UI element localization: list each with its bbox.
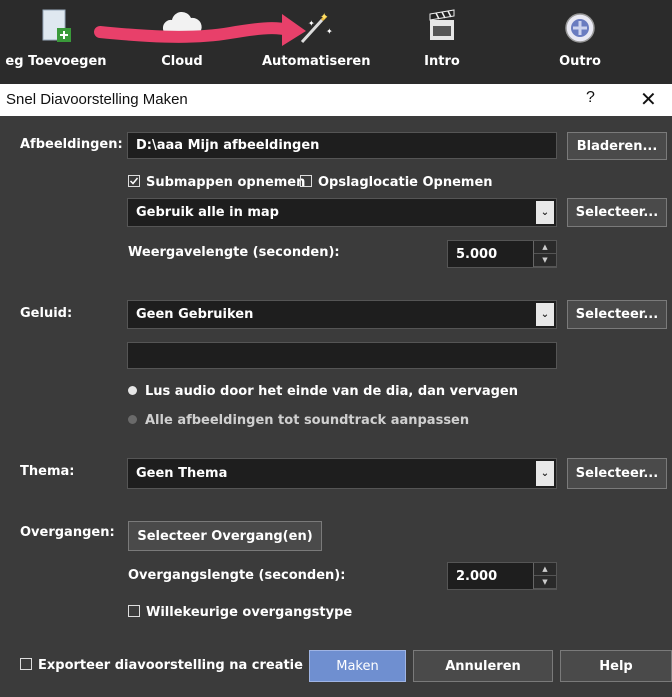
- export-check-box: [20, 658, 32, 670]
- spin-down-icon[interactable]: ▼: [534, 576, 556, 589]
- random-transition-checkbox[interactable]: Willekeurige overgangstype: [128, 605, 352, 620]
- spin-down-icon[interactable]: ▼: [534, 254, 556, 267]
- theme-label: Thema:: [20, 464, 75, 479]
- sound-file-field[interactable]: [127, 342, 557, 369]
- select-transitions-button[interactable]: Selecteer Overgang(en): [128, 521, 322, 551]
- duration-label: Weergavelengte (seconden):: [128, 245, 340, 260]
- help-button[interactable]: Help: [560, 650, 672, 682]
- dialog-title: Snel Diavoorstelling Maken: [6, 91, 188, 108]
- spin-up-icon[interactable]: ▲: [534, 241, 556, 254]
- top-toolbar: eg Toevoegen Cloud ✦ ✦ ✦ Automatiseren Int…: [0, 0, 672, 84]
- chevron-down-icon: ⌄: [536, 461, 554, 486]
- radio-unselected-icon: [128, 415, 137, 424]
- sound-select-button[interactable]: Selecteer...: [567, 300, 667, 329]
- duration-stepper[interactable]: 5.000 ▲ ▼: [447, 240, 557, 268]
- transitions-label: Overgangen:: [20, 525, 115, 540]
- chevron-down-icon: ⌄: [536, 303, 554, 326]
- spin-up-icon[interactable]: ▲: [534, 563, 556, 576]
- export-checkbox[interactable]: Exporteer diavoorstelling na creatie: [20, 658, 303, 673]
- radio-loop-audio[interactable]: Lus audio door het einde van de dia, dan…: [128, 384, 518, 399]
- quick-slideshow-dialog: Afbeeldingen: D:\aaa Mijn afbeeldingen B…: [0, 116, 672, 697]
- transition-length-stepper[interactable]: 2.000 ▲ ▼: [447, 562, 557, 590]
- sound-select[interactable]: Geen Gebruiken ⌄: [127, 300, 557, 329]
- storage-location-checkbox[interactable]: Opslaglocatie Opnemen: [300, 175, 493, 190]
- transition-spin-buttons[interactable]: ▲ ▼: [533, 563, 556, 589]
- close-icon[interactable]: ✕: [640, 87, 657, 112]
- chevron-down-icon: ⌄: [536, 201, 554, 224]
- radio-selected-icon: [128, 386, 137, 395]
- storage-location-check-box: [300, 175, 312, 187]
- images-select-button[interactable]: Selecteer...: [567, 198, 667, 227]
- random-transition-check-box: [128, 605, 140, 617]
- annotation-arrow: [94, 14, 306, 46]
- subfolders-checkbox[interactable]: Submappen opnemen: [128, 175, 305, 190]
- transition-length-label: Overgangslengte (seconden):: [128, 568, 346, 583]
- help-icon[interactable]: ?: [586, 89, 595, 107]
- browse-button[interactable]: Bladeren...: [567, 132, 667, 160]
- subfolders-check-icon: [128, 175, 140, 187]
- dialog-titlebar: Snel Diavoorstelling Maken ? ✕: [0, 84, 672, 116]
- radio-fit-soundtrack[interactable]: Alle afbeeldingen tot soundtrack aanpass…: [128, 413, 469, 428]
- images-mode-select[interactable]: Gebruik alle in map ⌄: [127, 198, 557, 227]
- duration-spin-buttons[interactable]: ▲ ▼: [533, 241, 556, 267]
- cancel-button[interactable]: Annuleren: [413, 650, 553, 682]
- images-path-field[interactable]: D:\aaa Mijn afbeeldingen: [127, 132, 557, 159]
- make-button[interactable]: Maken: [309, 650, 406, 682]
- sound-label: Geluid:: [20, 306, 73, 321]
- theme-select[interactable]: Geen Thema ⌄: [127, 458, 557, 489]
- theme-select-button[interactable]: Selecteer...: [567, 458, 667, 489]
- images-label: Afbeeldingen:: [20, 137, 123, 152]
